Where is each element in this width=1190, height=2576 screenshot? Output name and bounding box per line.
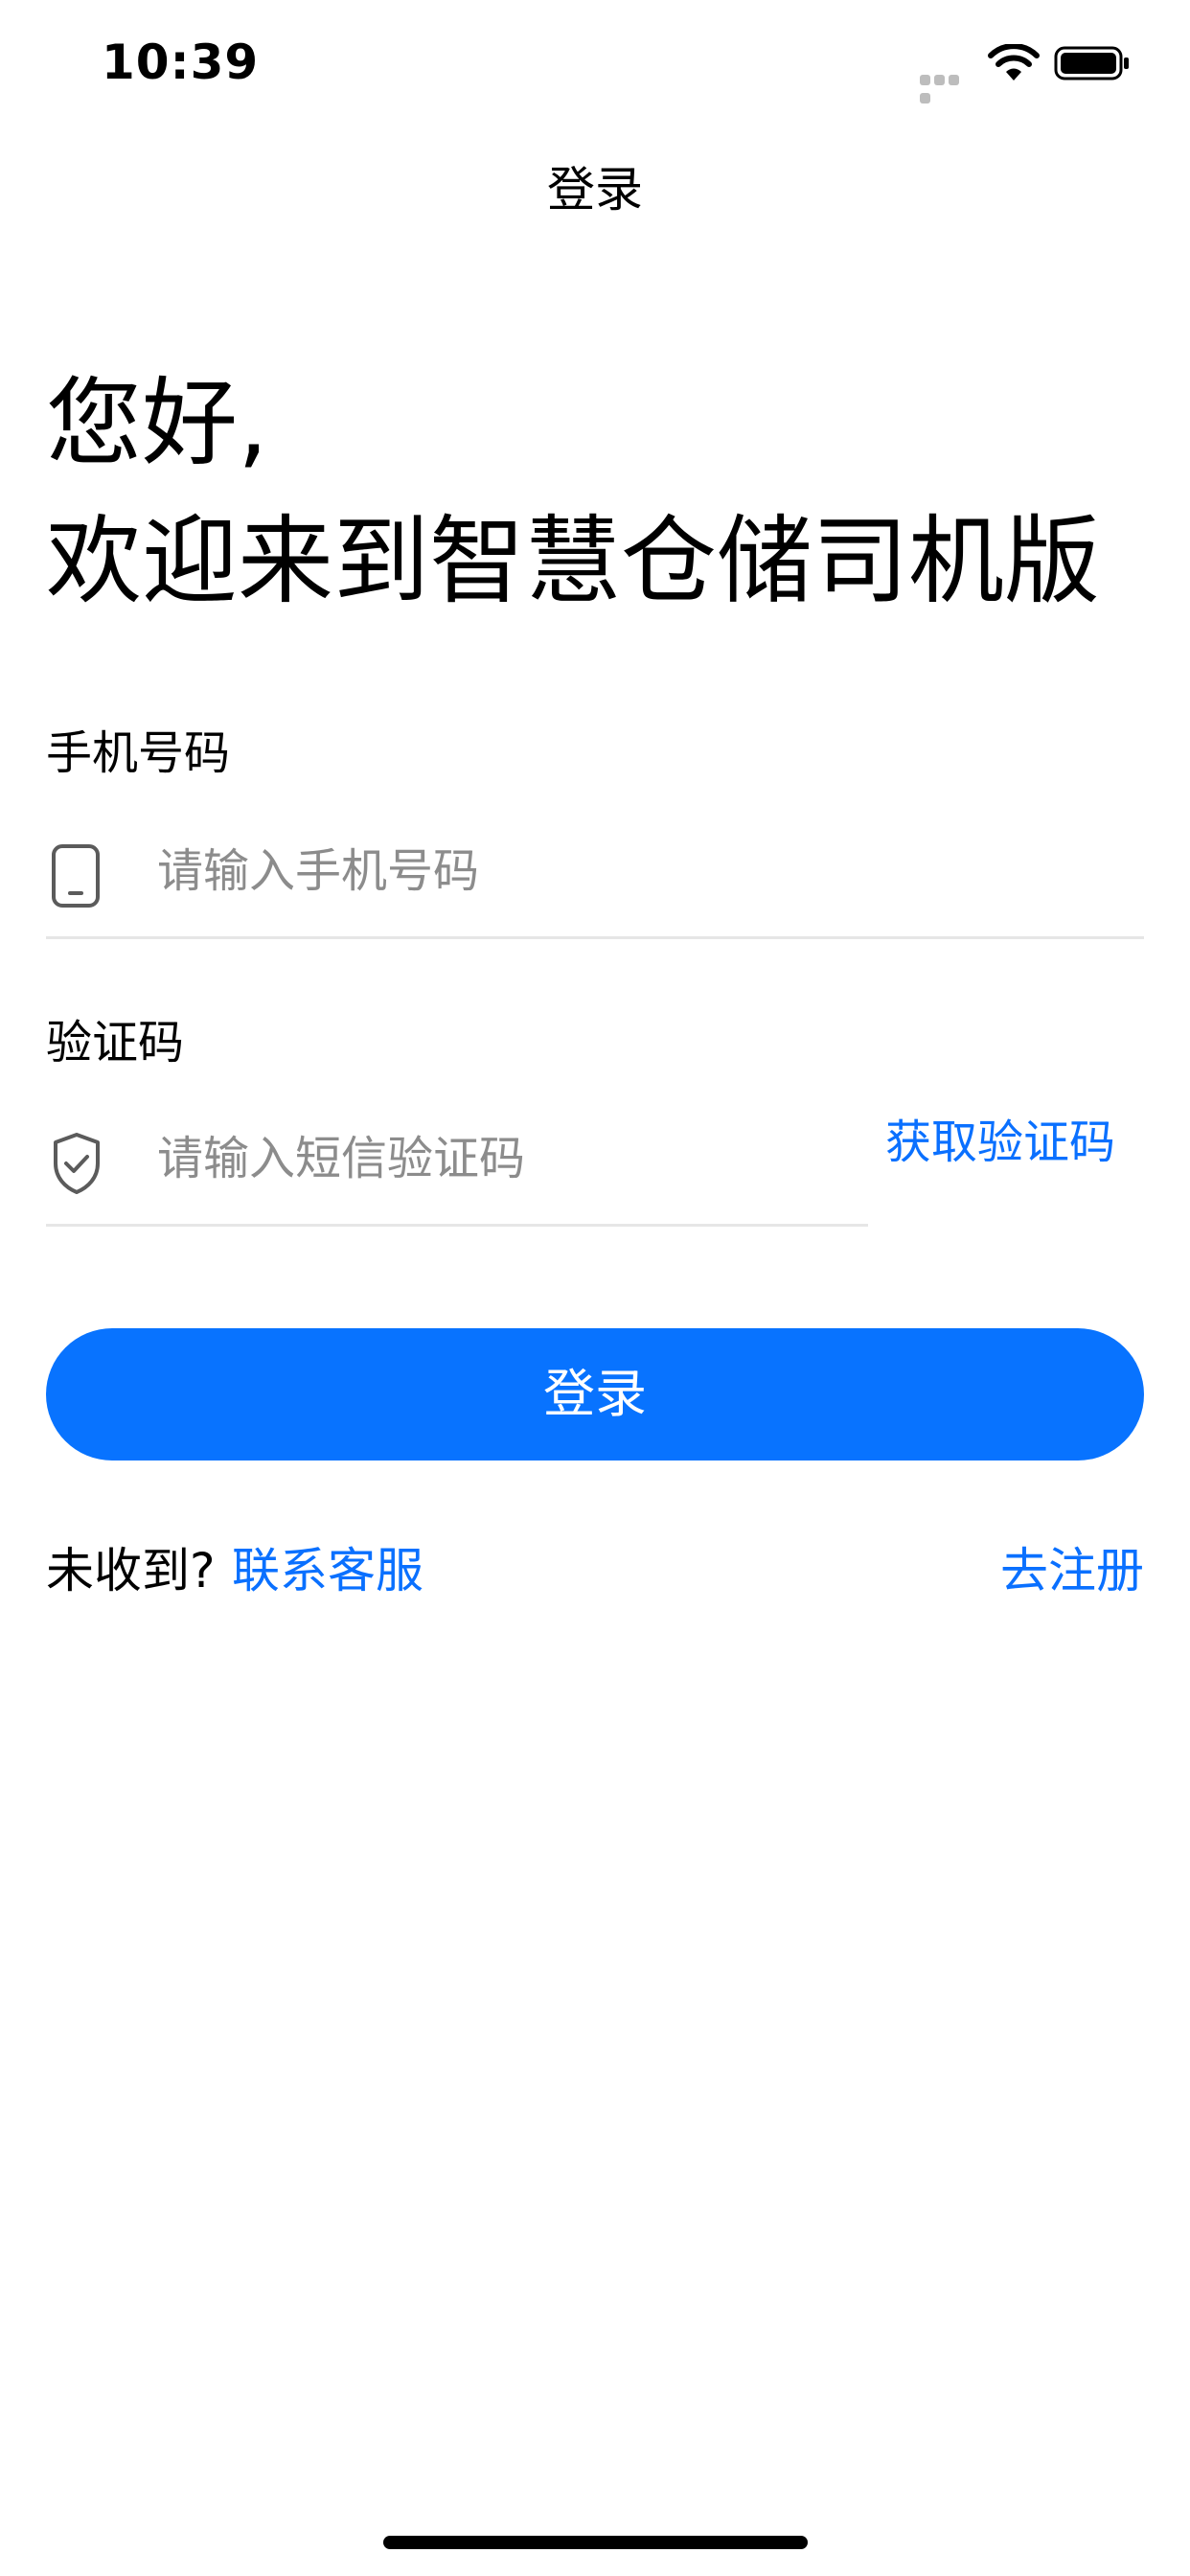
shield-check-icon: [54, 1133, 100, 1194]
status-bar: 10:39: [0, 0, 1190, 126]
code-field[interactable]: [46, 1092, 868, 1227]
login-screen: 10:39 登录 您好, 欢迎来到智慧仓储司机版 手机号码 验证码: [0, 0, 1190, 2576]
cellular-signal-icon: [920, 71, 975, 104]
code-label: 验证码: [46, 1016, 185, 1070]
register-link[interactable]: 去注册: [1000, 1537, 1144, 1604]
greeting-heading: 您好, 欢迎来到智慧仓储司机版: [46, 355, 1100, 631]
phone-field[interactable]: [46, 805, 1144, 939]
code-input[interactable]: [157, 1092, 847, 1224]
get-code-button[interactable]: 获取验证码: [885, 1110, 1115, 1175]
contact-support-link[interactable]: 联系客服: [232, 1537, 423, 1604]
home-indicator[interactable]: [383, 2536, 808, 2549]
status-time: 10:39: [102, 34, 260, 90]
nav-title: 登录: [547, 162, 643, 218]
footer-links: 未收到? 联系客服 去注册: [46, 1537, 1144, 1604]
phone-icon: [52, 844, 100, 908]
login-button[interactable]: 登录: [46, 1328, 1144, 1460]
phone-label: 手机号码: [46, 726, 231, 780]
wifi-icon: [988, 44, 1040, 80]
greeting-line-1: 您好,: [46, 367, 268, 479]
greeting-line-2: 欢迎来到智慧仓储司机版: [46, 505, 1100, 617]
battery-icon: [1054, 46, 1129, 80]
phone-input[interactable]: [157, 805, 1115, 936]
not-received-text: 未收到?: [46, 1543, 216, 1598]
